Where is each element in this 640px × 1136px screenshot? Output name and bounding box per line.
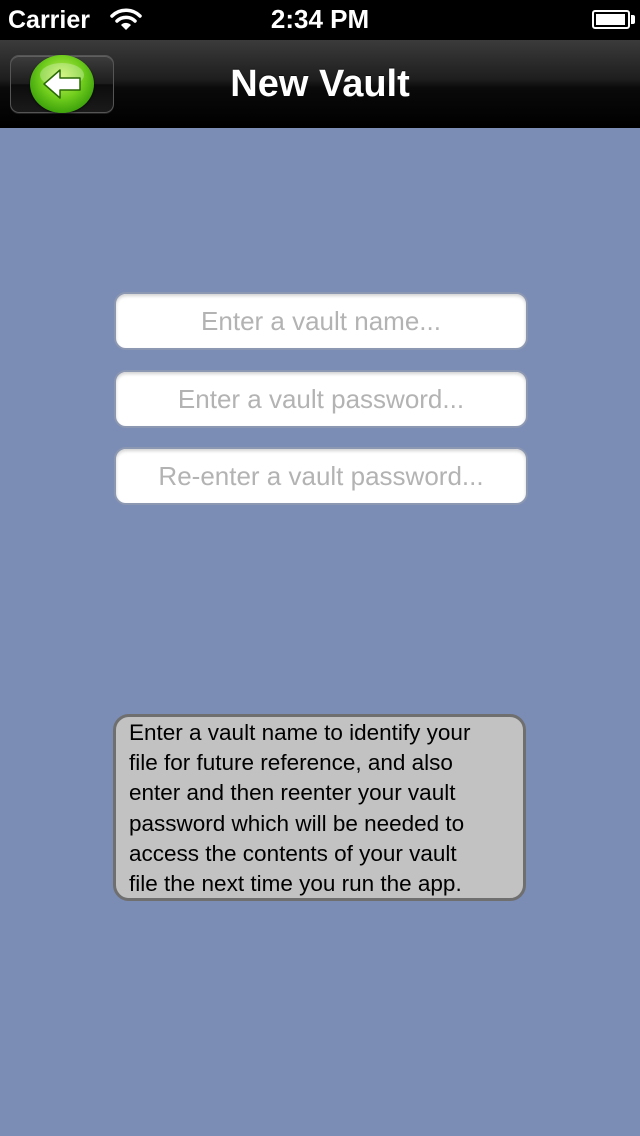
vault-name-input[interactable]: [116, 294, 526, 348]
status-time: 2:34 PM: [270, 4, 370, 34]
info-line: password which will be needed to: [129, 810, 465, 836]
vault-password-field-container: [114, 370, 528, 428]
info-line: file the next time you run the app.: [129, 871, 462, 897]
status-bar: Carrier 2:34 PM: [0, 0, 640, 40]
info-line: enter and then reenter your vault: [129, 780, 456, 806]
battery-icon: [592, 10, 630, 29]
battery-fill: [596, 14, 625, 25]
vault-password-input[interactable]: [116, 372, 526, 426]
info-line: access the contents of your vault: [129, 840, 457, 866]
battery-tip: [631, 15, 635, 24]
info-box: Enter a vault name to identify your file…: [113, 714, 526, 901]
info-text: Enter a vault name to identify your file…: [129, 718, 511, 899]
info-line: Enter a vault name to identify your: [129, 720, 471, 745]
vault-password-confirm-field-container: [114, 447, 528, 505]
vault-name-field-container: [114, 292, 528, 350]
info-line: file for future reference, and also: [129, 750, 453, 776]
page-title: New Vault: [230, 63, 410, 105]
vault-password-confirm-input[interactable]: [116, 449, 526, 503]
